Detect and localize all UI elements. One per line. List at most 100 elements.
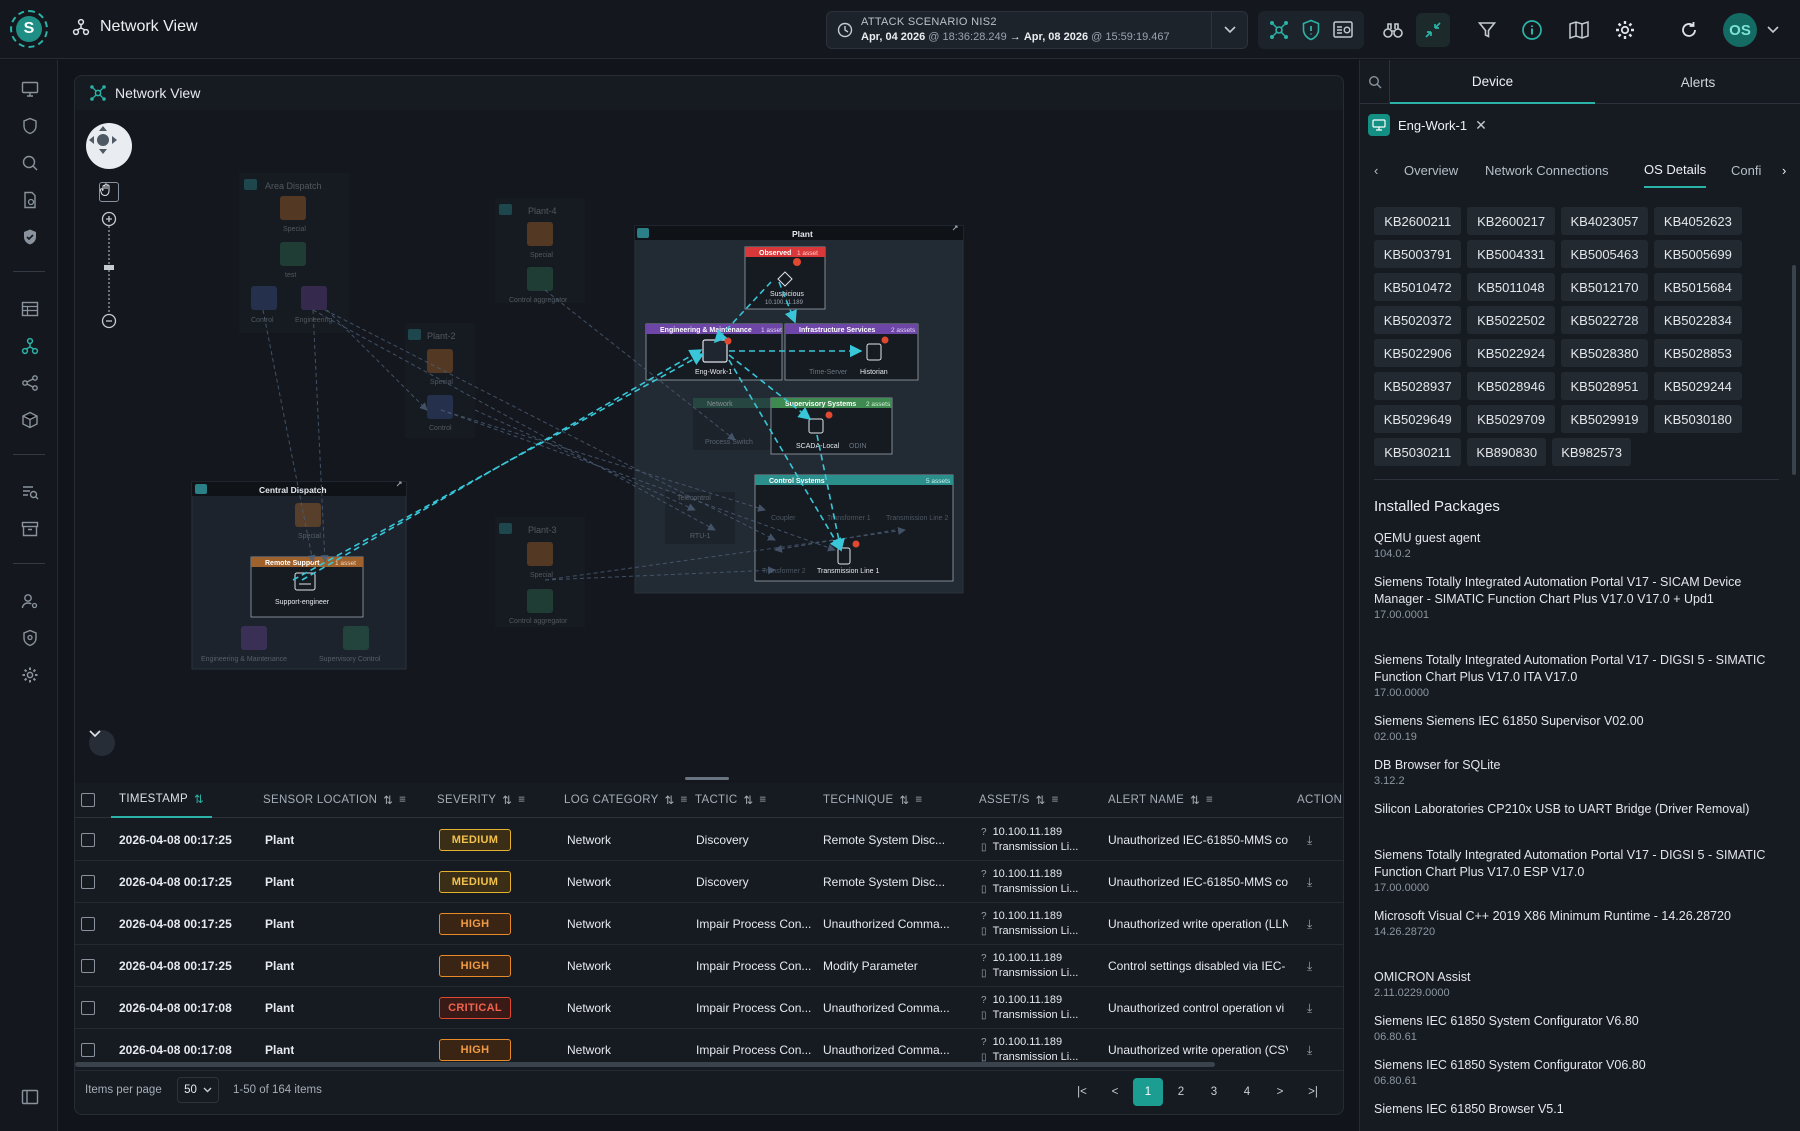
report-icon[interactable]: [19, 189, 41, 211]
policy-icon[interactable]: [19, 627, 41, 649]
zone-plant[interactable]: Plant Observed 1 asset Suspicious 10.100…: [634, 225, 964, 594]
filter-icon[interactable]: ≡: [681, 794, 688, 806]
network-view-nav-icon[interactable]: [19, 335, 41, 357]
row-checkbox[interactable]: [81, 861, 95, 903]
tab-device[interactable]: Device: [1390, 60, 1595, 104]
search-icon[interactable]: [1360, 60, 1390, 104]
table-row[interactable]: 2026-04-08 00:17:25 Plant MEDIUM Network…: [75, 819, 1343, 861]
select-all-checkbox[interactable]: [81, 782, 95, 818]
first-page-icon[interactable]: |<: [1067, 1078, 1097, 1106]
download-icon[interactable]: ⤓: [1307, 987, 1312, 1029]
cell-assets[interactable]: ? ▯ 10.100.11.189 Transmission Li...: [981, 903, 1078, 945]
monitor-icon[interactable]: [19, 78, 41, 100]
user-menu-chevron-icon[interactable]: [1760, 13, 1786, 47]
row-checkbox[interactable]: [81, 945, 95, 987]
map-icon[interactable]: [1562, 13, 1596, 47]
column-severity[interactable]: SEVERITY ⇅ ≡: [437, 782, 525, 818]
page-button[interactable]: 3: [1199, 1078, 1229, 1106]
info-icon[interactable]: [1515, 13, 1549, 47]
items-per-page-select[interactable]: 50: [177, 1077, 219, 1103]
table-row[interactable]: 2026-04-08 00:17:25 Plant HIGH Network I…: [75, 903, 1343, 945]
collapse-table-icon[interactable]: [89, 730, 115, 756]
settings-icon[interactable]: [1608, 13, 1642, 47]
filter-icon[interactable]: ≡: [759, 794, 766, 806]
sort-icon[interactable]: ⇅: [1190, 793, 1200, 807]
filter-icon[interactable]: ≡: [915, 794, 922, 806]
shield-icon[interactable]: [19, 115, 41, 137]
table-row[interactable]: 2026-04-08 00:17:25 Plant MEDIUM Network…: [75, 861, 1343, 903]
chevron-down-icon[interactable]: [1211, 12, 1247, 48]
binoculars-icon[interactable]: [1376, 13, 1410, 47]
dashboard-icon[interactable]: [1326, 13, 1360, 47]
network-icon[interactable]: [1262, 13, 1296, 47]
row-checkbox[interactable]: [81, 903, 95, 945]
shield-alert-icon[interactable]: [1294, 13, 1328, 47]
zone-central-dispatch[interactable]: Central Dispatch Special Engineering & M…: [191, 481, 407, 670]
user-settings-icon[interactable]: [19, 590, 41, 612]
sort-icon[interactable]: ⇅: [665, 793, 675, 807]
resize-handle[interactable]: [685, 777, 729, 780]
filter-icon[interactable]: [1470, 13, 1504, 47]
archive-icon[interactable]: [19, 518, 41, 540]
column-tactic[interactable]: TACTIC ⇅ ≡: [695, 782, 766, 818]
vertical-scrollbar[interactable]: [1792, 265, 1796, 475]
log-search-icon[interactable]: [19, 481, 41, 503]
zone-plant-3[interactable]: Plant-3 Special Control aggregator: [495, 517, 585, 627]
column-timestamp[interactable]: TIMESTAMP ⇅: [111, 782, 212, 818]
package-icon[interactable]: [19, 409, 41, 431]
table-row[interactable]: 2026-04-08 00:17:25 Plant HIGH Network I…: [75, 945, 1343, 987]
next-page-icon[interactable]: >: [1265, 1078, 1295, 1106]
download-icon[interactable]: ⤓: [1307, 819, 1312, 861]
collapse-icon[interactable]: [1416, 13, 1450, 47]
hand-tool-icon[interactable]: [99, 182, 119, 202]
column-sensor-location[interactable]: SENSOR LOCATION ⇅ ≡: [263, 782, 406, 818]
zoom-slider[interactable]: [101, 211, 117, 329]
row-checkbox[interactable]: [81, 819, 95, 861]
download-icon[interactable]: ⤓: [1307, 945, 1312, 987]
network-graph-canvas[interactable]: Area Dispatch Special test Control Engin…: [75, 110, 1343, 783]
sort-icon[interactable]: ⇅: [743, 793, 753, 807]
search-icon[interactable]: [19, 152, 41, 174]
tab-alerts[interactable]: Alerts: [1595, 60, 1800, 104]
download-icon[interactable]: ⤓: [1307, 903, 1312, 945]
sort-icon[interactable]: ⇅: [502, 793, 512, 807]
app-logo[interactable]: S: [10, 10, 48, 48]
zone-plant-4[interactable]: Plant-4 Special Control aggregator: [495, 198, 585, 304]
filter-icon[interactable]: ≡: [518, 794, 525, 806]
table-row[interactable]: 2026-04-08 00:17:08 Plant CRITICAL Netwo…: [75, 987, 1343, 1029]
sort-icon[interactable]: ⇅: [383, 793, 393, 807]
gear-icon[interactable]: [19, 664, 41, 686]
close-icon[interactable]: ✕: [1475, 117, 1487, 134]
sort-icon[interactable]: ⇅: [899, 793, 909, 807]
column-alert-name[interactable]: ALERT NAME ⇅ ≡: [1108, 782, 1213, 818]
user-avatar[interactable]: OS: [1723, 13, 1757, 47]
cell-assets[interactable]: ? ▯ 10.100.11.189 Transmission Li...: [981, 945, 1078, 987]
zone-plant-2[interactable]: Plant-2 Special Control: [405, 323, 475, 438]
panel-toggle-icon[interactable]: [19, 1086, 41, 1108]
filter-icon[interactable]: ≡: [399, 794, 406, 806]
column-log-category[interactable]: LOG CATEGORY ⇅ ≡: [564, 782, 688, 818]
shield-check-icon[interactable]: [19, 226, 41, 248]
page-button[interactable]: 1: [1133, 1078, 1163, 1106]
page-button[interactable]: 4: [1232, 1078, 1262, 1106]
row-checkbox[interactable]: [81, 987, 95, 1029]
prev-page-icon[interactable]: <: [1100, 1078, 1130, 1106]
sort-icon[interactable]: ⇅: [1036, 793, 1046, 807]
filter-icon[interactable]: ≡: [1206, 794, 1213, 806]
column-assets[interactable]: ASSET/S ⇅ ≡: [979, 782, 1059, 818]
cell-assets[interactable]: ? ▯ 10.100.11.189 Transmission Li...: [981, 819, 1078, 861]
cell-assets[interactable]: ? ▯ 10.100.11.189 Transmission Li...: [981, 861, 1078, 903]
cell-assets[interactable]: ? ▯ 10.100.11.189 Transmission Li...: [981, 987, 1078, 1029]
zone-area-dispatch[interactable]: Area Dispatch Special test Control Engin…: [239, 173, 349, 333]
refresh-icon[interactable]: [1672, 13, 1706, 47]
pan-control[interactable]: [86, 123, 132, 169]
column-technique[interactable]: TECHNIQUE ⇅ ≡: [823, 782, 922, 818]
page-button[interactable]: 2: [1166, 1078, 1196, 1106]
filter-icon[interactable]: ≡: [1052, 794, 1059, 806]
sort-icon[interactable]: ⇅: [194, 792, 204, 806]
last-page-icon[interactable]: >|: [1298, 1078, 1328, 1106]
scenario-time-range[interactable]: ATTACK SCENARIO NIS2 Apr, 04 2026 @ 18:3…: [826, 11, 1248, 49]
download-icon[interactable]: ⤓: [1307, 1029, 1312, 1071]
download-icon[interactable]: ⤓: [1307, 861, 1312, 903]
table-icon[interactable]: [19, 298, 41, 320]
